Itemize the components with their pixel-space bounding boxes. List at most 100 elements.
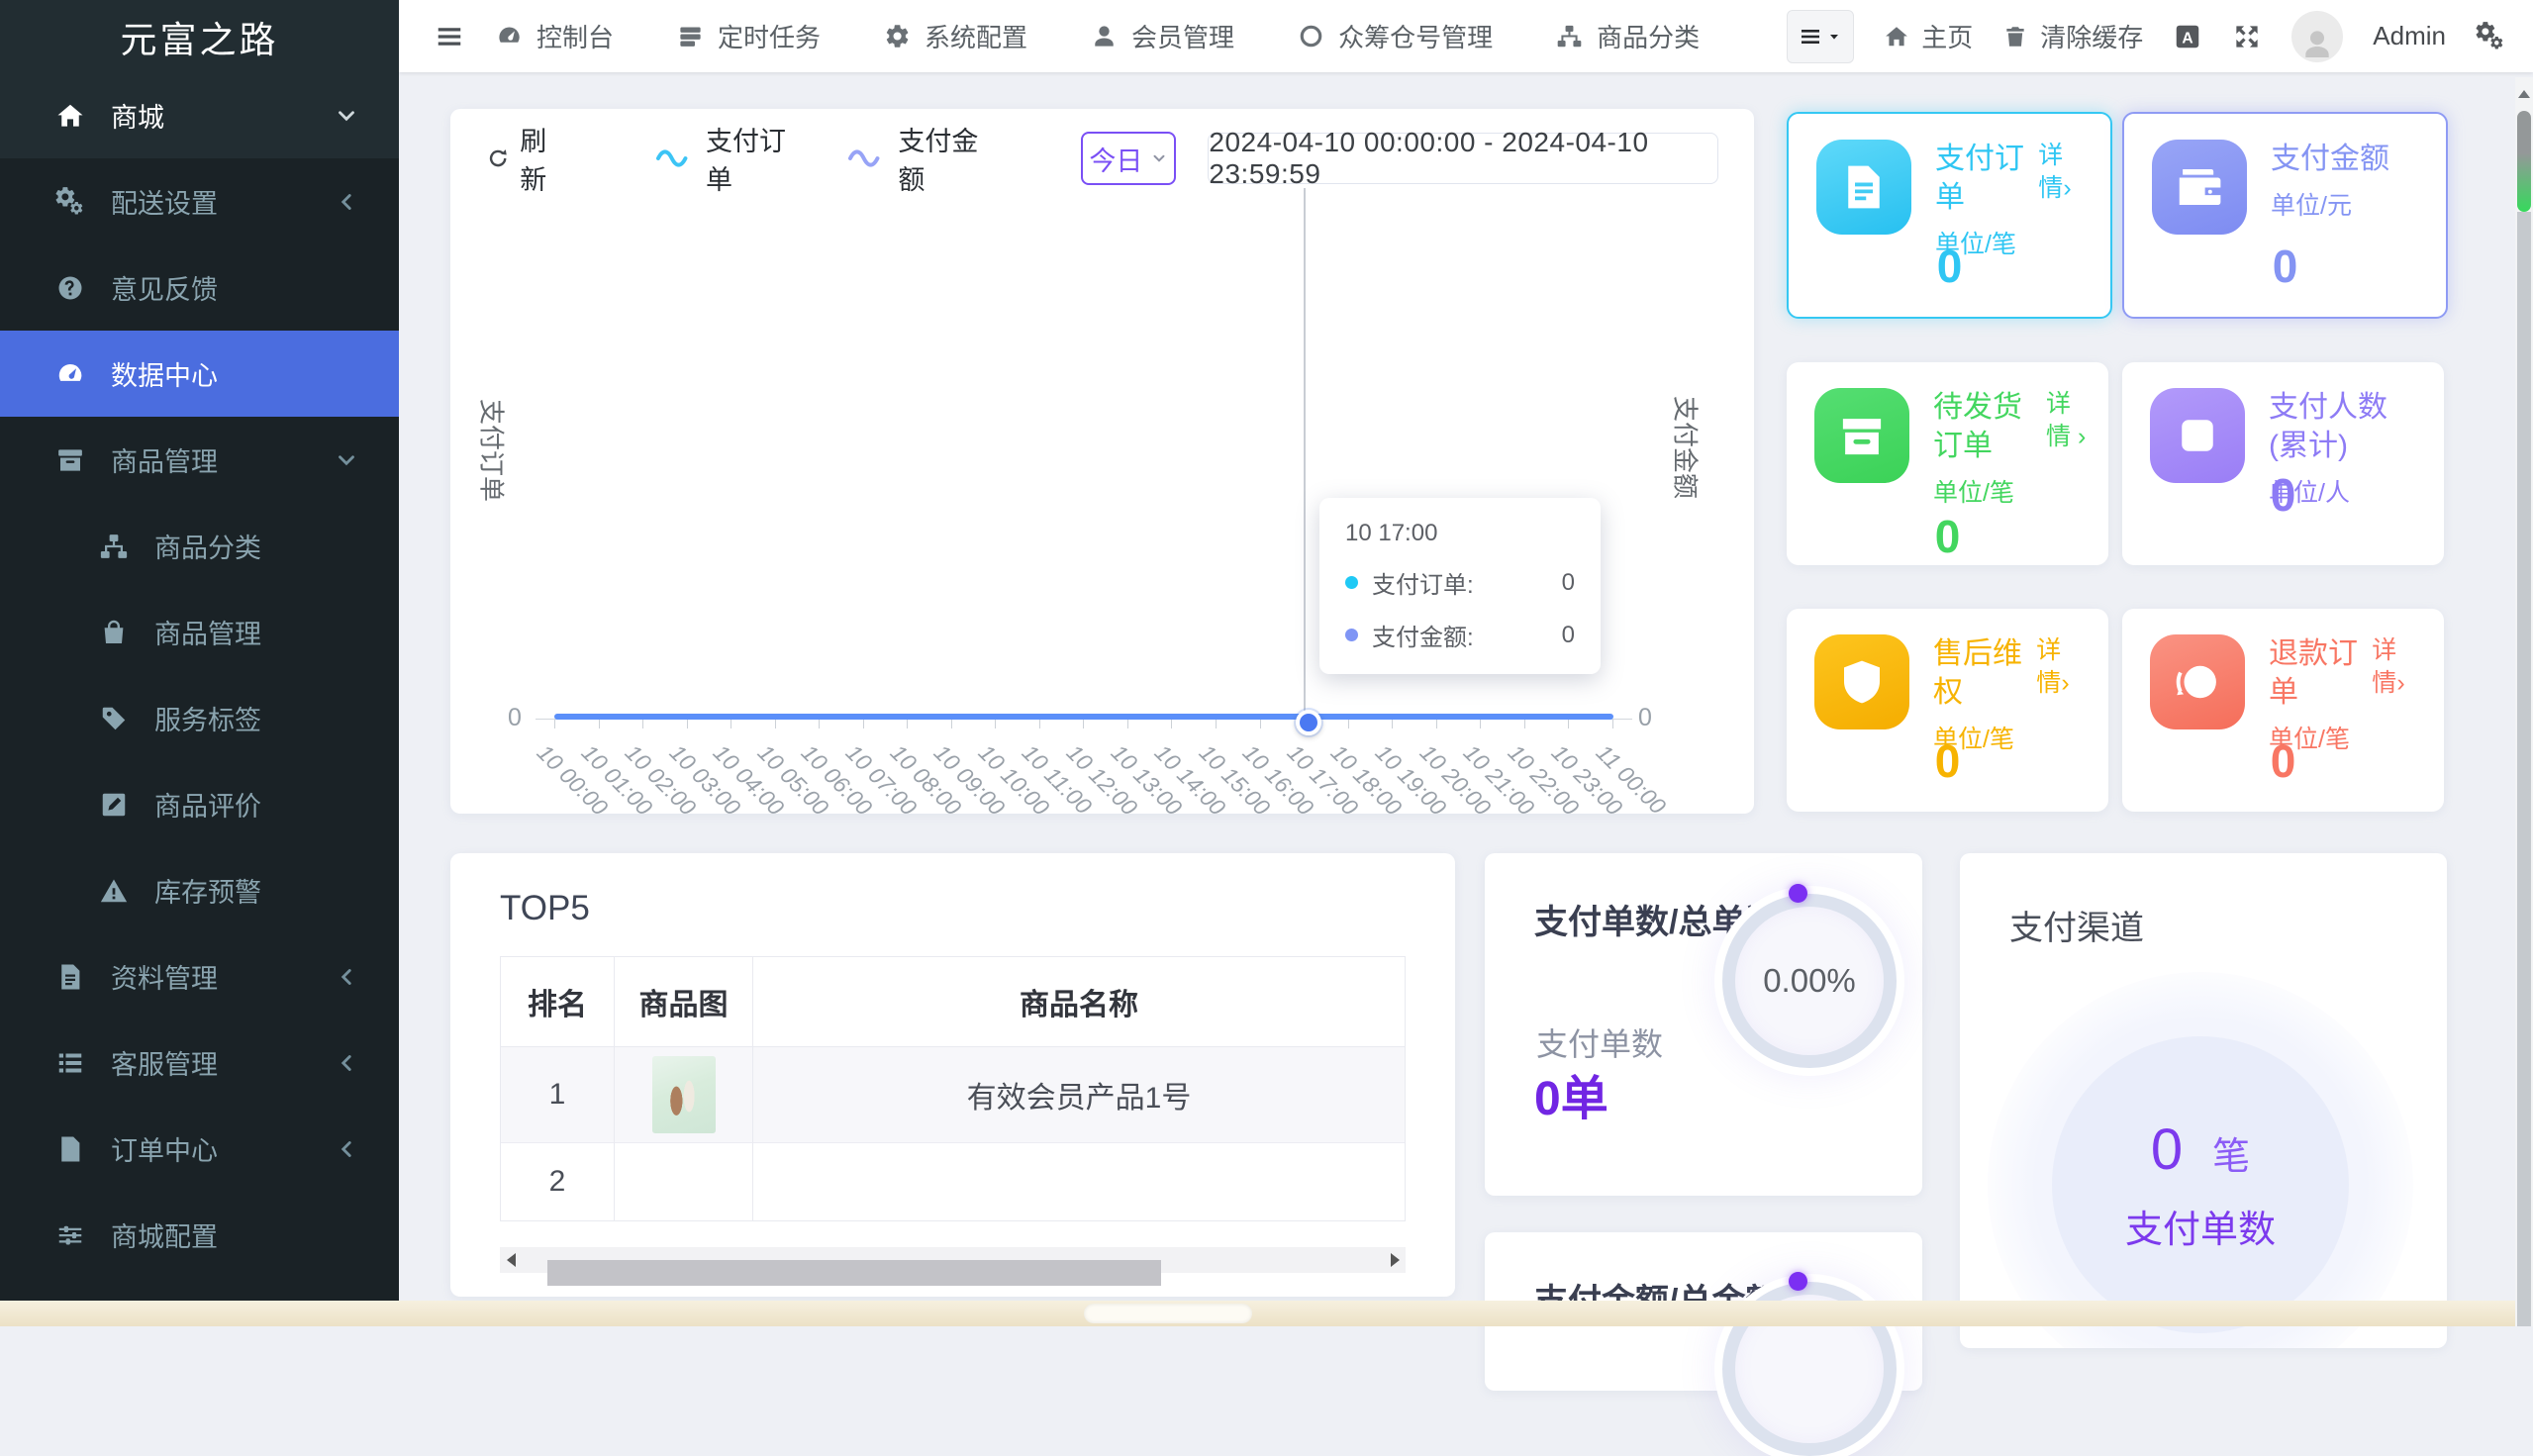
caret-down-icon (1826, 29, 1842, 45)
hamburger-menu-icon[interactable] (435, 22, 464, 51)
date-range-input[interactable]: 2024-04-10 00:00:00 - 2024-04-10 23:59:5… (1208, 127, 1718, 189)
refund-yen-icon (2150, 634, 2245, 729)
gauge-icon (55, 359, 85, 389)
server-icon (677, 23, 704, 49)
scrollbar-thumb[interactable] (547, 1260, 1161, 1286)
scroll-up-arrow-icon[interactable] (2515, 85, 2533, 103)
chevron-left-icon (334, 1136, 359, 1162)
series-line (554, 714, 1613, 720)
tooltip-crosshair (1304, 188, 1306, 719)
sidebar-item-stock-warning[interactable]: 库存预警 (0, 847, 399, 933)
sidebar-item-order-center[interactable]: 订单中心 (0, 1106, 399, 1192)
clear-cache-button[interactable]: 清除缓存 (2002, 18, 2143, 54)
wave-icon (847, 147, 886, 169)
tag-icon (99, 704, 129, 733)
circle-icon (1298, 23, 1324, 49)
topnav-scheduled-tasks[interactable]: 定时任务 (645, 0, 852, 72)
chart-header: 刷新 支付订单 支付金额 今日 2024-04-10 00:00:00 - 20… (486, 127, 1718, 195)
table-row[interactable]: 1 有效会员产品1号 (501, 1047, 1405, 1143)
chevron-down-icon (334, 447, 359, 473)
topnav-crowdfunding-management[interactable]: 众筹仓号管理 (1266, 0, 1524, 72)
topnav-system-config[interactable]: 系统配置 (852, 0, 1059, 72)
sidebar-item-product-management[interactable]: 商品管理 (0, 417, 399, 503)
scroll-left-arrow-icon[interactable] (500, 1247, 522, 1273)
sidebar-item-mall-config[interactable]: 商城配置 (0, 1192, 399, 1278)
tooltip-row: 支付金额: 0 (1345, 618, 1575, 652)
detail-link[interactable]: 详情› (2372, 634, 2422, 699)
y-tick-left: 0 (508, 704, 522, 731)
stat-card-refund-orders: 退款订单 详情› 单位/笔 0 (2122, 609, 2444, 812)
chevron-left-icon (334, 964, 359, 990)
box-icon (1814, 388, 1909, 483)
payment-channel-panel: 支付渠道 0 笔 支付单数 (1960, 853, 2447, 1348)
legend-pay-amount[interactable]: 支付金额 (847, 120, 998, 197)
sidebar-item-feedback[interactable]: 意见反馈 (0, 244, 399, 331)
detail-link[interactable]: 详情› (2038, 140, 2089, 204)
detail-link[interactable]: 详情 › (2046, 388, 2087, 452)
scroll-right-arrow-icon[interactable] (1384, 1247, 1406, 1273)
edit-icon (99, 790, 129, 820)
topnav-product-category[interactable]: 商品分类 (1524, 0, 1731, 72)
table-horizontal-scrollbar[interactable] (500, 1247, 1406, 1286)
home-icon (1884, 24, 1909, 49)
avatar[interactable] (2291, 10, 2344, 62)
question-icon (55, 273, 85, 303)
top5-title: TOP5 (500, 889, 590, 927)
home-icon (55, 101, 85, 131)
sidebar-item-customer-service[interactable]: 客服管理 (0, 1019, 399, 1106)
page-horizontal-scrollbar[interactable] (0, 1301, 2515, 1326)
sidebar-item-data-management[interactable]: 资料管理 (0, 933, 399, 1019)
scrollbar-thumb[interactable] (1084, 1304, 1252, 1323)
gears-icon (55, 187, 85, 217)
topnav-member-management[interactable]: 会员管理 (1059, 0, 1266, 72)
channel-circle: 0 笔 支付单数 (2052, 1036, 2349, 1333)
sidebar-item-product-category[interactable]: 商品分类 (0, 503, 399, 589)
gauge-icon (496, 23, 523, 49)
chart-tooltip: 10 17:00 支付订单: 0 支付金额: 0 (1319, 498, 1601, 674)
menu-dropdown-button[interactable] (1787, 9, 1855, 63)
warning-icon (99, 876, 129, 906)
top5-panel: TOP5 排名 商品图 商品名称 1 有效会员产品1号 2 (450, 853, 1455, 1297)
stat-value: 0 (2270, 469, 2296, 521)
file-icon (55, 1134, 85, 1164)
chevron-left-icon (334, 189, 359, 215)
legend-pay-orders[interactable]: 支付订单 (655, 120, 806, 197)
detail-link[interactable]: 详情› (2036, 634, 2087, 699)
trash-icon (2002, 24, 2028, 49)
shopping-bag-icon (99, 618, 129, 647)
period-select-button[interactable]: 今日 (1081, 132, 1177, 185)
table-header-row: 排名 商品图 商品名称 (501, 957, 1405, 1047)
scrollbar-thumb[interactable] (2517, 111, 2531, 212)
person-icon (2297, 23, 2337, 62)
scrollbar-track[interactable] (2517, 212, 2531, 1326)
ratio-donut-gauge: 0.00% (1722, 894, 1897, 1068)
user-icon (1091, 23, 1118, 49)
sidebar-item-mall[interactable]: 商城 (0, 72, 399, 158)
table-row[interactable]: 2 (501, 1143, 1405, 1220)
list-icon (55, 1048, 85, 1078)
stat-value: 0 (1934, 735, 1961, 787)
language-icon[interactable] (2173, 22, 2202, 51)
sidebar-item-service-tags[interactable]: 服务标签 (0, 675, 399, 761)
chevron-left-icon (334, 1050, 359, 1076)
highlight-point[interactable] (1296, 710, 1321, 735)
sidebar-item-product-manage-sub[interactable]: 商品管理 (0, 589, 399, 675)
sidebar-item-product-reviews[interactable]: 商品评价 (0, 761, 399, 847)
stat-card-after-sales: 售后维权 详情› 单位/笔 0 (1787, 609, 2108, 812)
vertical-scrollbar[interactable] (2515, 77, 2533, 1326)
archive-icon (55, 445, 85, 475)
sidebar-item-data-center[interactable]: 数据中心 (0, 331, 399, 417)
stat-value: 0 (1936, 241, 1963, 292)
topnav-dashboard[interactable]: 控制台 (464, 0, 645, 72)
settings-gears-icon[interactable] (2476, 22, 2505, 51)
x-axis-ticks (554, 720, 1613, 728)
fullscreen-icon[interactable] (2232, 22, 2262, 51)
sidebar-item-delivery-settings[interactable]: 配送设置 (0, 158, 399, 244)
username[interactable]: Admin (2373, 21, 2446, 51)
stat-card-pay-orders: 支付订单 详情› 单位/笔 0 (1787, 112, 2112, 319)
stat-value: 0 (2272, 241, 2298, 292)
sidebar: 元富之路 商城 配送设置 意见反馈 数据中心 商品管理 商品分类 商品管理 服务… (0, 0, 399, 1326)
refresh-button[interactable]: 刷新 (486, 120, 570, 197)
home-link[interactable]: 主页 (1884, 18, 1973, 54)
wave-icon (655, 147, 694, 169)
